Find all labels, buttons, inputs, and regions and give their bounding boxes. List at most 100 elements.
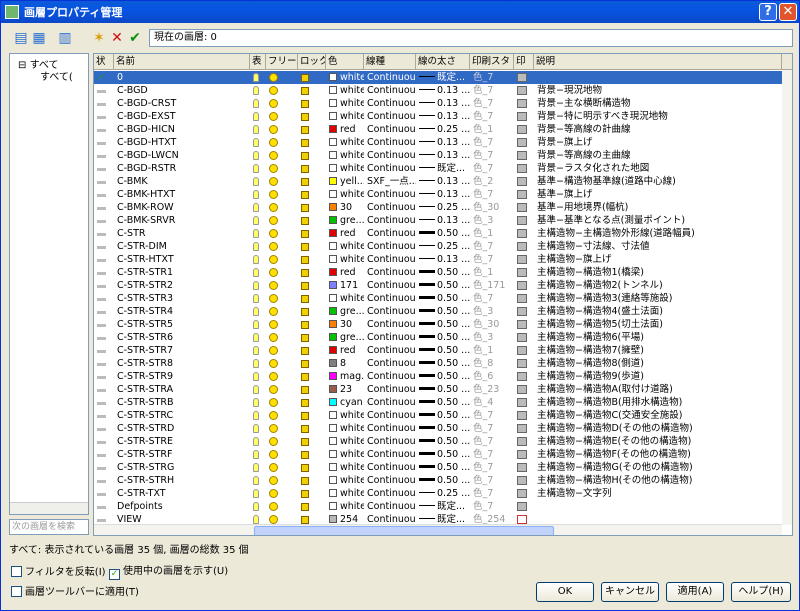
lineweight[interactable]: 0.50 ... [419, 435, 470, 448]
layer-name[interactable]: C-BGD-RSTR [117, 162, 250, 175]
checkbox-box[interactable]: ✓ [109, 569, 120, 580]
status-cell[interactable] [97, 240, 114, 253]
layer-name[interactable]: C-STR-STR7 [117, 344, 250, 357]
layer-name[interactable]: C-STR-STR4 [117, 305, 250, 318]
layer-description[interactable]: 背景−主な横断構造物 [537, 97, 782, 110]
lock-icon[interactable] [301, 217, 309, 225]
layer-name[interactable]: C-STR-STRE [117, 435, 250, 448]
plot-toggle[interactable] [517, 201, 534, 214]
lock-toggle[interactable] [301, 214, 326, 227]
close-button[interactable]: ✕ [779, 3, 797, 21]
layer-row[interactable]: C-STR-STRE white Continuous 0.50 ... 色_7 主構造物… [94, 435, 782, 448]
plot-style[interactable]: 色_7 [473, 84, 514, 97]
on-toggle[interactable] [253, 383, 266, 396]
lock-toggle[interactable] [301, 71, 326, 84]
on-toggle[interactable] [253, 279, 266, 292]
layer-description[interactable]: 主構造物−主構造物外形線(道路幅員) [537, 227, 782, 240]
lock-icon[interactable] [301, 256, 309, 264]
freeze-toggle[interactable] [269, 305, 298, 318]
sun-icon[interactable] [269, 138, 278, 147]
status-cell[interactable] [97, 188, 114, 201]
on-toggle[interactable] [253, 240, 266, 253]
freeze-toggle[interactable] [269, 253, 298, 266]
lock-toggle[interactable] [301, 253, 326, 266]
lock-icon[interactable] [301, 269, 309, 277]
lock-icon[interactable] [301, 347, 309, 355]
lightbulb-icon[interactable] [253, 242, 259, 251]
status-cell[interactable] [97, 305, 114, 318]
lightbulb-icon[interactable] [253, 99, 259, 108]
linetype[interactable]: Continuous [367, 357, 416, 370]
printer-icon[interactable] [517, 476, 527, 485]
printer-icon[interactable] [517, 320, 527, 329]
plot-toggle[interactable] [517, 305, 534, 318]
lock-icon[interactable] [301, 282, 309, 290]
printer-icon[interactable] [517, 372, 527, 381]
plot-style[interactable]: 色_8 [473, 357, 514, 370]
linetype[interactable]: Continuous [367, 448, 416, 461]
sun-icon[interactable] [269, 190, 278, 199]
lightbulb-icon[interactable] [253, 424, 259, 433]
lineweight[interactable]: 0.50 ... [419, 357, 470, 370]
linetype[interactable]: Continuous [367, 396, 416, 409]
printer-icon[interactable] [517, 385, 527, 394]
lineweight[interactable]: 0.50 ... [419, 448, 470, 461]
sun-icon[interactable] [269, 320, 278, 329]
sun-icon[interactable] [269, 346, 278, 355]
layer-color[interactable]: white [329, 97, 364, 110]
on-toggle[interactable] [253, 435, 266, 448]
sun-icon[interactable] [269, 489, 278, 498]
plot-style[interactable]: 色_7 [473, 136, 514, 149]
layer-row[interactable]: C-STR-STR1 red Continuous 0.50 ... 色_1 主構造物−構… [94, 266, 782, 279]
printer-icon[interactable] [517, 450, 527, 459]
ok-button[interactable]: OK [536, 582, 594, 602]
lock-toggle[interactable] [301, 370, 326, 383]
lightbulb-icon[interactable] [253, 138, 259, 147]
layer-description[interactable]: 主構造物−寸法線、寸法値 [537, 240, 782, 253]
sun-icon[interactable] [269, 424, 278, 433]
lightbulb-icon[interactable] [253, 164, 259, 173]
plot-style[interactable]: 色_1 [473, 344, 514, 357]
lightbulb-icon[interactable] [253, 190, 259, 199]
lock-icon[interactable] [301, 100, 309, 108]
lightbulb-icon[interactable] [253, 255, 259, 264]
layer-row[interactable]: C-STR red Continuous 0.50 ... 色_1 主構造物−主構造物外形… [94, 227, 782, 240]
printer-icon[interactable] [517, 138, 527, 147]
lock-icon[interactable] [301, 204, 309, 212]
title-bar[interactable]: 画層プロパティ管理 ? ✕ [1, 1, 799, 23]
lock-toggle[interactable] [301, 84, 326, 97]
freeze-toggle[interactable] [269, 71, 298, 84]
lock-icon[interactable] [301, 516, 309, 524]
on-toggle[interactable] [253, 370, 266, 383]
lock-toggle[interactable] [301, 97, 326, 110]
on-toggle[interactable] [253, 331, 266, 344]
layer-description[interactable]: 背景−ラスタ化された地図 [537, 162, 782, 175]
status-cell[interactable] [97, 253, 114, 266]
printer-icon[interactable] [517, 242, 527, 251]
lightbulb-icon[interactable] [253, 515, 259, 524]
freeze-toggle[interactable] [269, 136, 298, 149]
status-cell[interactable] [97, 136, 114, 149]
freeze-toggle[interactable] [269, 175, 298, 188]
layer-description[interactable]: 主構造物−構造物D(その他の構造物) [537, 422, 782, 435]
layer-description[interactable]: 主構造物−構造物1(橋梁) [537, 266, 782, 279]
lock-toggle[interactable] [301, 201, 326, 214]
lineweight[interactable]: 0.13 ... [419, 175, 470, 188]
layer-name[interactable]: C-STR-TXT [117, 487, 250, 500]
layer-row[interactable]: C-BGD-LWCN white Continuous 0.13 ... 色_7 背景−等… [94, 149, 782, 162]
on-toggle[interactable] [253, 409, 266, 422]
status-cell[interactable] [97, 292, 114, 305]
lightbulb-icon[interactable] [253, 411, 259, 420]
plot-toggle[interactable] [517, 71, 534, 84]
linetype[interactable]: Continuous [367, 71, 416, 84]
status-cell[interactable] [97, 149, 114, 162]
lock-icon[interactable] [301, 360, 309, 368]
lineweight[interactable]: 0.50 ... [419, 383, 470, 396]
plot-toggle[interactable] [517, 409, 534, 422]
freeze-toggle[interactable] [269, 214, 298, 227]
layer-description[interactable]: 背景−現況地物 [537, 84, 782, 97]
lineweight[interactable]: 0.50 ... [419, 461, 470, 474]
sun-icon[interactable] [269, 99, 278, 108]
sun-icon[interactable] [269, 203, 278, 212]
on-toggle[interactable] [253, 84, 266, 97]
